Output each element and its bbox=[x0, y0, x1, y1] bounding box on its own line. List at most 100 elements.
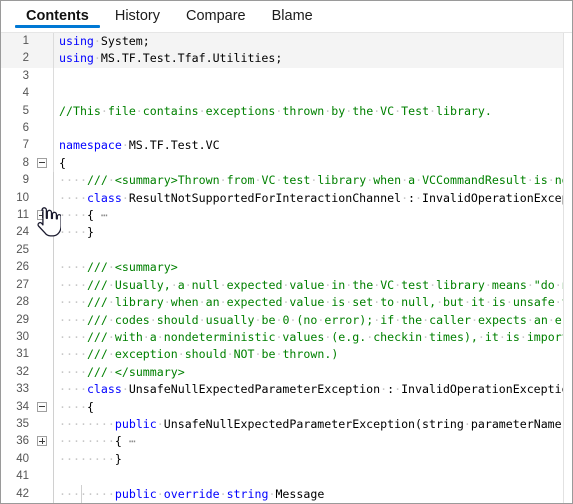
line-number: 31 bbox=[1, 346, 33, 364]
code-line[interactable]: 2 using·MS.TF.Test.Tfaf.Utilities; bbox=[1, 50, 564, 68]
code-line[interactable]: 36 ········{ ⋯ bbox=[1, 433, 564, 451]
tab-strip: Contents History Compare Blame bbox=[1, 1, 572, 32]
fold-gutter-cell bbox=[33, 259, 54, 277]
fold-gutter-cell bbox=[33, 363, 54, 382]
vertical-scrollbar[interactable] bbox=[563, 33, 572, 503]
code-lines-table: 1 using·System; 2 using·MS.TF.Test.Tfaf.Uti… bbox=[1, 33, 564, 503]
code-line[interactable]: 8{ bbox=[1, 154, 564, 173]
code-text: //This·file·contains·exceptions·thrown·b… bbox=[53, 102, 564, 121]
source-viewer-window: Contents History Compare Blame 1 using·Sy… bbox=[0, 0, 573, 504]
fold-toggle-plus-icon[interactable] bbox=[33, 207, 54, 225]
code-text bbox=[53, 241, 564, 260]
code-text: ····class·ResultNotSupportedForInteracti… bbox=[53, 189, 564, 208]
fold-toggle-plus-icon[interactable] bbox=[33, 433, 54, 451]
tab-contents-label: Contents bbox=[26, 8, 89, 24]
code-line[interactable]: 24 ····} bbox=[1, 224, 564, 242]
tab-compare[interactable]: Compare bbox=[173, 1, 259, 32]
code-line[interactable]: 26 ····///·<summary> bbox=[1, 259, 564, 277]
fold-gutter-cell bbox=[33, 346, 54, 364]
line-number: 35 bbox=[1, 415, 33, 434]
code-line[interactable]: 31 ····///·exception·should·NOT·be·thrown… bbox=[1, 346, 564, 364]
code-line[interactable]: 32 ····///·</summary> bbox=[1, 363, 564, 382]
fold-gutter-cell bbox=[33, 276, 54, 295]
line-number: 29 bbox=[1, 311, 33, 329]
code-text: ····///·codes·should·usually·be·0·(no·er… bbox=[53, 311, 564, 329]
code-line[interactable]: 7 namespace·MS.TF.Test.VC bbox=[1, 137, 564, 155]
line-number: 9 bbox=[1, 172, 33, 190]
line-number: 28 bbox=[1, 294, 33, 312]
code-line[interactable]: 1 using·System; bbox=[1, 33, 564, 51]
line-number: 8 bbox=[1, 154, 33, 173]
code-text bbox=[53, 468, 564, 486]
code-line[interactable]: 9 ····///·<summary>Thrown·from·VC·test·li… bbox=[1, 172, 564, 190]
expand-icon[interactable] bbox=[37, 210, 47, 221]
code-line[interactable]: 33 ····class·UnsafeNullExpectedParameterE… bbox=[1, 381, 564, 399]
code-text: ····///·exception·should·NOT·be·thrown.) bbox=[53, 346, 564, 364]
fold-gutter-cell bbox=[33, 328, 54, 347]
code-scroll-area[interactable]: 1 using·System; 2 using·MS.TF.Test.Tfaf.Uti… bbox=[1, 33, 564, 503]
fold-gutter-cell bbox=[33, 102, 54, 121]
line-number: 4 bbox=[1, 85, 33, 103]
code-text: ········public·UnsafeNullExpectedParamet… bbox=[53, 415, 564, 434]
code-line[interactable]: 34 ····{ bbox=[1, 398, 564, 416]
tab-blame[interactable]: Blame bbox=[259, 1, 326, 32]
line-number: 27 bbox=[1, 276, 33, 295]
code-line[interactable]: 42 ········public·override·string·Message bbox=[1, 485, 564, 503]
code-line[interactable]: 10 ····class·ResultNotSupportedForInterac… bbox=[1, 189, 564, 208]
fold-gutter-cell bbox=[33, 67, 54, 86]
collapse-icon[interactable] bbox=[37, 157, 47, 168]
code-line[interactable]: 6 bbox=[1, 120, 564, 138]
line-number: 11 bbox=[1, 207, 33, 225]
fold-gutter-cell bbox=[33, 450, 54, 469]
code-line[interactable]: 30 ····///·with·a·nondeterministic·values… bbox=[1, 328, 564, 347]
line-number: 24 bbox=[1, 224, 33, 242]
code-text: { bbox=[53, 154, 564, 173]
line-number: 30 bbox=[1, 328, 33, 347]
code-line[interactable]: 11 ····{ ⋯ bbox=[1, 207, 564, 225]
code-text: ····///·with·a·nondeterministic·values·(… bbox=[53, 328, 564, 347]
fold-gutter-cell bbox=[33, 294, 54, 312]
expand-icon[interactable] bbox=[37, 436, 47, 447]
tab-history[interactable]: History bbox=[102, 1, 173, 32]
code-line[interactable]: 25 bbox=[1, 241, 564, 260]
fold-gutter-cell bbox=[33, 311, 54, 329]
tab-contents[interactable]: Contents bbox=[13, 1, 102, 32]
code-line[interactable]: 29 ····///·codes·should·usually·be·0·(no·… bbox=[1, 311, 564, 329]
fold-gutter-cell bbox=[33, 415, 54, 434]
fold-gutter-cell bbox=[33, 172, 54, 190]
code-line[interactable]: 27 ····///·Usually,·a·null·expected·value… bbox=[1, 276, 564, 295]
code-text: ····///·Usually,·a·null·expected·value·i… bbox=[53, 276, 564, 295]
line-number: 2 bbox=[1, 50, 33, 68]
code-text: ········} bbox=[53, 450, 564, 469]
fold-gutter-cell bbox=[33, 33, 54, 51]
fold-toggle-minus-icon[interactable] bbox=[33, 398, 54, 416]
code-line[interactable]: 5 //This·file·contains·exceptions·thrown·… bbox=[1, 102, 564, 121]
line-number: 6 bbox=[1, 120, 33, 138]
line-number: 25 bbox=[1, 241, 33, 260]
fold-gutter-cell bbox=[33, 189, 54, 208]
code-text: ····{ ⋯ bbox=[53, 207, 564, 225]
code-line[interactable]: 35 ········public·UnsafeNullExpectedParam… bbox=[1, 415, 564, 434]
code-line[interactable]: 4 bbox=[1, 85, 564, 103]
tab-compare-label: Compare bbox=[185, 8, 246, 24]
line-number: 36 bbox=[1, 433, 33, 451]
code-text: using·MS.TF.Test.Tfaf.Utilities; bbox=[53, 50, 564, 68]
collapse-icon[interactable] bbox=[37, 401, 47, 412]
line-number: 42 bbox=[1, 485, 33, 503]
tab-active-underline bbox=[15, 25, 100, 28]
fold-toggle-minus-icon[interactable] bbox=[33, 154, 54, 173]
fold-gutter-cell bbox=[33, 468, 54, 486]
code-editor[interactable]: 1 using·System; 2 using·MS.TF.Test.Tfaf.Uti… bbox=[1, 32, 572, 503]
line-number: 1 bbox=[1, 33, 33, 51]
line-number: 26 bbox=[1, 259, 33, 277]
code-line[interactable]: 40 ········} bbox=[1, 450, 564, 469]
code-text bbox=[53, 67, 564, 86]
code-text: ····{ bbox=[53, 398, 564, 416]
code-line[interactable]: 41 bbox=[1, 468, 564, 486]
fold-gutter-cell bbox=[33, 241, 54, 260]
code-text: ····} bbox=[53, 224, 564, 242]
code-line[interactable]: 3 bbox=[1, 67, 564, 86]
fold-gutter-cell bbox=[33, 85, 54, 103]
code-line[interactable]: 28 ····///·library·when·an·expected·value… bbox=[1, 294, 564, 312]
fold-gutter-cell bbox=[33, 50, 54, 68]
